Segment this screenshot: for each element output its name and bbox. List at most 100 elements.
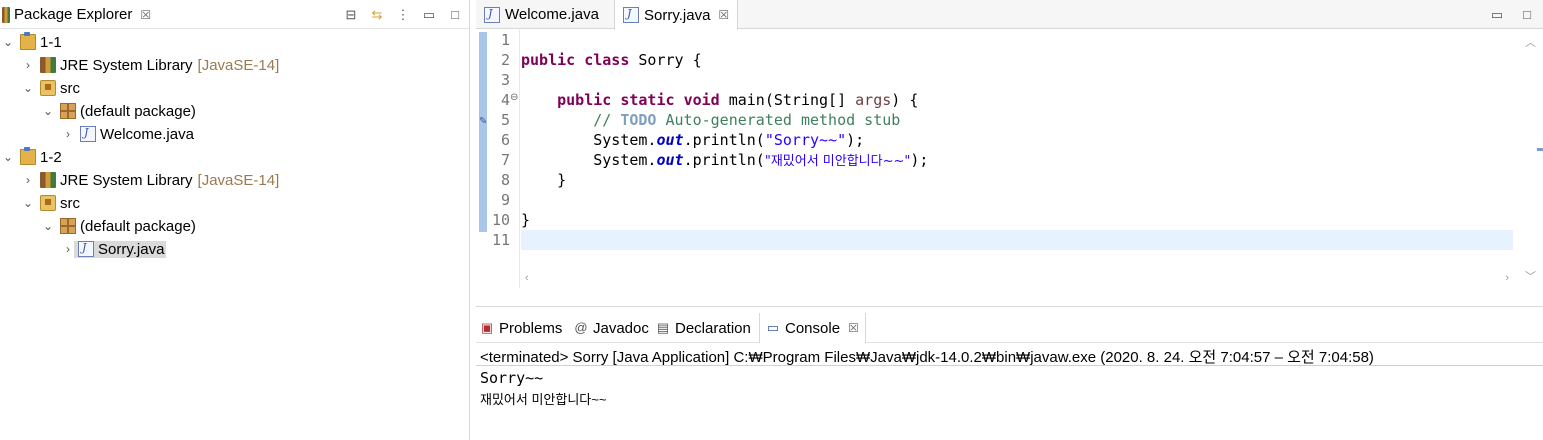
chevron-right-icon[interactable]: ›	[62, 128, 74, 140]
tree-item-welcome-java[interactable]: › Welcome.java	[62, 123, 194, 145]
tree-item-decoration: [JavaSE-14]	[197, 171, 280, 189]
bottom-panel: ▣ Problems @ Javadoc ▤ Declaration ▭ Con…	[476, 313, 1543, 440]
tree-item-project-1-1[interactable]: ⌄ 1-1	[2, 31, 62, 53]
tab-problems[interactable]: ▣ Problems	[480, 313, 563, 343]
tab-label: Console	[785, 319, 841, 337]
fold-collapse-icon[interactable]: ⊖	[510, 92, 518, 103]
tree-item-project-1-2[interactable]: ⌄ 1-2	[2, 146, 62, 168]
console-status: <terminated> Sorry [Java Application] C:…	[480, 349, 1374, 366]
line-number: 8	[500, 171, 510, 189]
tree-item-jre-library[interactable]: › JRE System Library [JavaSE-14]	[22, 54, 279, 76]
chevron-down-icon[interactable]: ⌄	[2, 151, 14, 163]
maximize-icon[interactable]: □	[447, 7, 463, 23]
minimize-icon[interactable]: ▭	[421, 7, 437, 23]
line-number: 7	[500, 151, 510, 169]
chevron-left-icon[interactable]: ‹	[525, 272, 529, 284]
library-icon	[40, 57, 56, 73]
change-ruler	[479, 32, 487, 232]
editor-area: Welcome.java Sorry.java ☒ ▭ □ ✎ 1 2 3 4 …	[476, 0, 1543, 307]
chevron-down-icon[interactable]: ⌄	[2, 36, 14, 48]
tab-label: Declaration	[675, 319, 751, 337]
line-number: 4	[500, 91, 510, 109]
tree-item-label: Sorry.java	[98, 240, 165, 258]
link-with-editor-icon[interactable]: ⇆	[369, 7, 385, 23]
close-icon[interactable]: ☒	[848, 321, 859, 335]
code-line: }	[557, 171, 567, 189]
tab-label: Javadoc	[593, 319, 649, 337]
console-output-line: 재밌어서 미안합니다~~	[480, 392, 607, 407]
chevron-up-icon[interactable]: ︿	[1525, 34, 1536, 50]
collapse-all-icon[interactable]: ⊟	[343, 7, 359, 23]
java-file-icon	[623, 7, 639, 23]
code-line: }	[521, 211, 531, 229]
maximize-icon[interactable]: □	[1519, 7, 1535, 23]
tree-item-default-package[interactable]: ⌄ (default package)	[42, 215, 196, 237]
tree-item-selected[interactable]: Sorry.java	[74, 240, 167, 258]
console-divider	[476, 365, 1543, 366]
package-explorer-tabbar: Package Explorer ☒ ⊟ ⇆ ⋮ ▭ □	[0, 0, 469, 29]
tab-declaration[interactable]: ▤ Declaration	[656, 313, 751, 343]
line-number: 2	[500, 51, 510, 69]
tree-item-label: 1-2	[40, 148, 62, 166]
overview-ruler-marker[interactable]	[1537, 148, 1543, 151]
tab-sorry-java[interactable]: Sorry.java ☒	[614, 0, 739, 30]
line-number: 6	[500, 131, 510, 149]
tree-item-label: (default package)	[80, 102, 196, 120]
code-line: System.out.println("Sorry~~");	[593, 131, 865, 149]
chevron-right-icon[interactable]: ›	[22, 59, 34, 71]
editor-tabbar: Welcome.java Sorry.java ☒ ▭ □	[476, 0, 1543, 30]
tab-console[interactable]: ▭ Console ☒	[759, 313, 866, 343]
tab-javadoc[interactable]: @ Javadoc	[574, 313, 649, 343]
close-icon[interactable]: ☒	[140, 8, 151, 22]
tree-item-label: src	[60, 79, 80, 97]
chevron-right-icon[interactable]: ›	[1505, 272, 1509, 284]
horizontal-scrollbar[interactable]: ‹ ›	[521, 270, 1513, 288]
code-editor[interactable]: ✎ 1 2 3 4 5 6 7 8 9 10 11 ⊖ public class…	[476, 30, 1543, 288]
declaration-icon: ▤	[656, 320, 670, 335]
package-explorer-icon	[2, 6, 10, 23]
tree-item-label: src	[60, 194, 80, 212]
chevron-right-icon[interactable]: ›	[22, 174, 34, 186]
tree-item-default-package[interactable]: ⌄ (default package)	[42, 100, 196, 122]
vertical-scrollbar[interactable]: ︿ ﹀	[1523, 34, 1537, 284]
tab-welcome-java[interactable]: Welcome.java	[476, 0, 607, 29]
project-icon	[20, 147, 36, 165]
line-number: 9	[500, 191, 510, 209]
tab-label: Welcome.java	[505, 6, 599, 23]
bottom-tabbar: ▣ Problems @ Javadoc ▤ Declaration ▭ Con…	[476, 313, 1543, 343]
tree-item-label: (default package)	[80, 217, 196, 235]
chevron-down-icon[interactable]: ⌄	[42, 105, 54, 117]
code-line: // TODO Auto-generated method stub	[593, 111, 901, 129]
close-icon[interactable]: ☒	[718, 8, 729, 22]
editor-toolbar: ▭ □	[1489, 0, 1535, 29]
java-file-icon	[484, 6, 500, 23]
chevron-right-icon[interactable]: ›	[62, 243, 74, 255]
tree-item-sorry-java[interactable]: › Sorry.java	[62, 238, 167, 260]
java-file-icon	[78, 241, 94, 257]
chevron-down-icon[interactable]: ⌄	[22, 82, 34, 94]
tree-item-src[interactable]: ⌄ src	[22, 77, 80, 99]
code-line: System.out.println("재밌어서 미안합니다~~");	[593, 151, 929, 169]
line-number: 1	[500, 31, 510, 49]
console-output-line: Sorry~~	[480, 369, 544, 387]
source-folder-icon	[40, 195, 56, 211]
package-icon	[60, 218, 76, 234]
tree-item-label: JRE System Library	[60, 171, 193, 189]
chevron-down-icon[interactable]: ﹀	[1525, 268, 1536, 284]
tree-item-label: 1-1	[40, 33, 62, 51]
chevron-down-icon[interactable]: ⌄	[42, 220, 54, 232]
chevron-down-icon[interactable]: ⌄	[22, 197, 34, 209]
tree-item-src[interactable]: ⌄ src	[22, 192, 80, 214]
minimize-icon[interactable]: ▭	[1489, 7, 1505, 23]
ruler-divider	[519, 30, 520, 288]
line-number: 3	[500, 71, 510, 89]
current-line-highlight	[521, 230, 1513, 250]
task-marker-icon: ✎	[479, 116, 488, 127]
tab-label: Problems	[499, 319, 563, 337]
line-number: 11	[491, 231, 510, 249]
tab-package-explorer[interactable]: Package Explorer ☒	[0, 0, 157, 29]
source-folder-icon	[40, 80, 56, 96]
tree-item-decoration: [JavaSE-14]	[197, 56, 280, 74]
view-menu-icon[interactable]: ⋮	[395, 7, 411, 23]
tree-item-jre-library[interactable]: › JRE System Library [JavaSE-14]	[22, 169, 279, 191]
